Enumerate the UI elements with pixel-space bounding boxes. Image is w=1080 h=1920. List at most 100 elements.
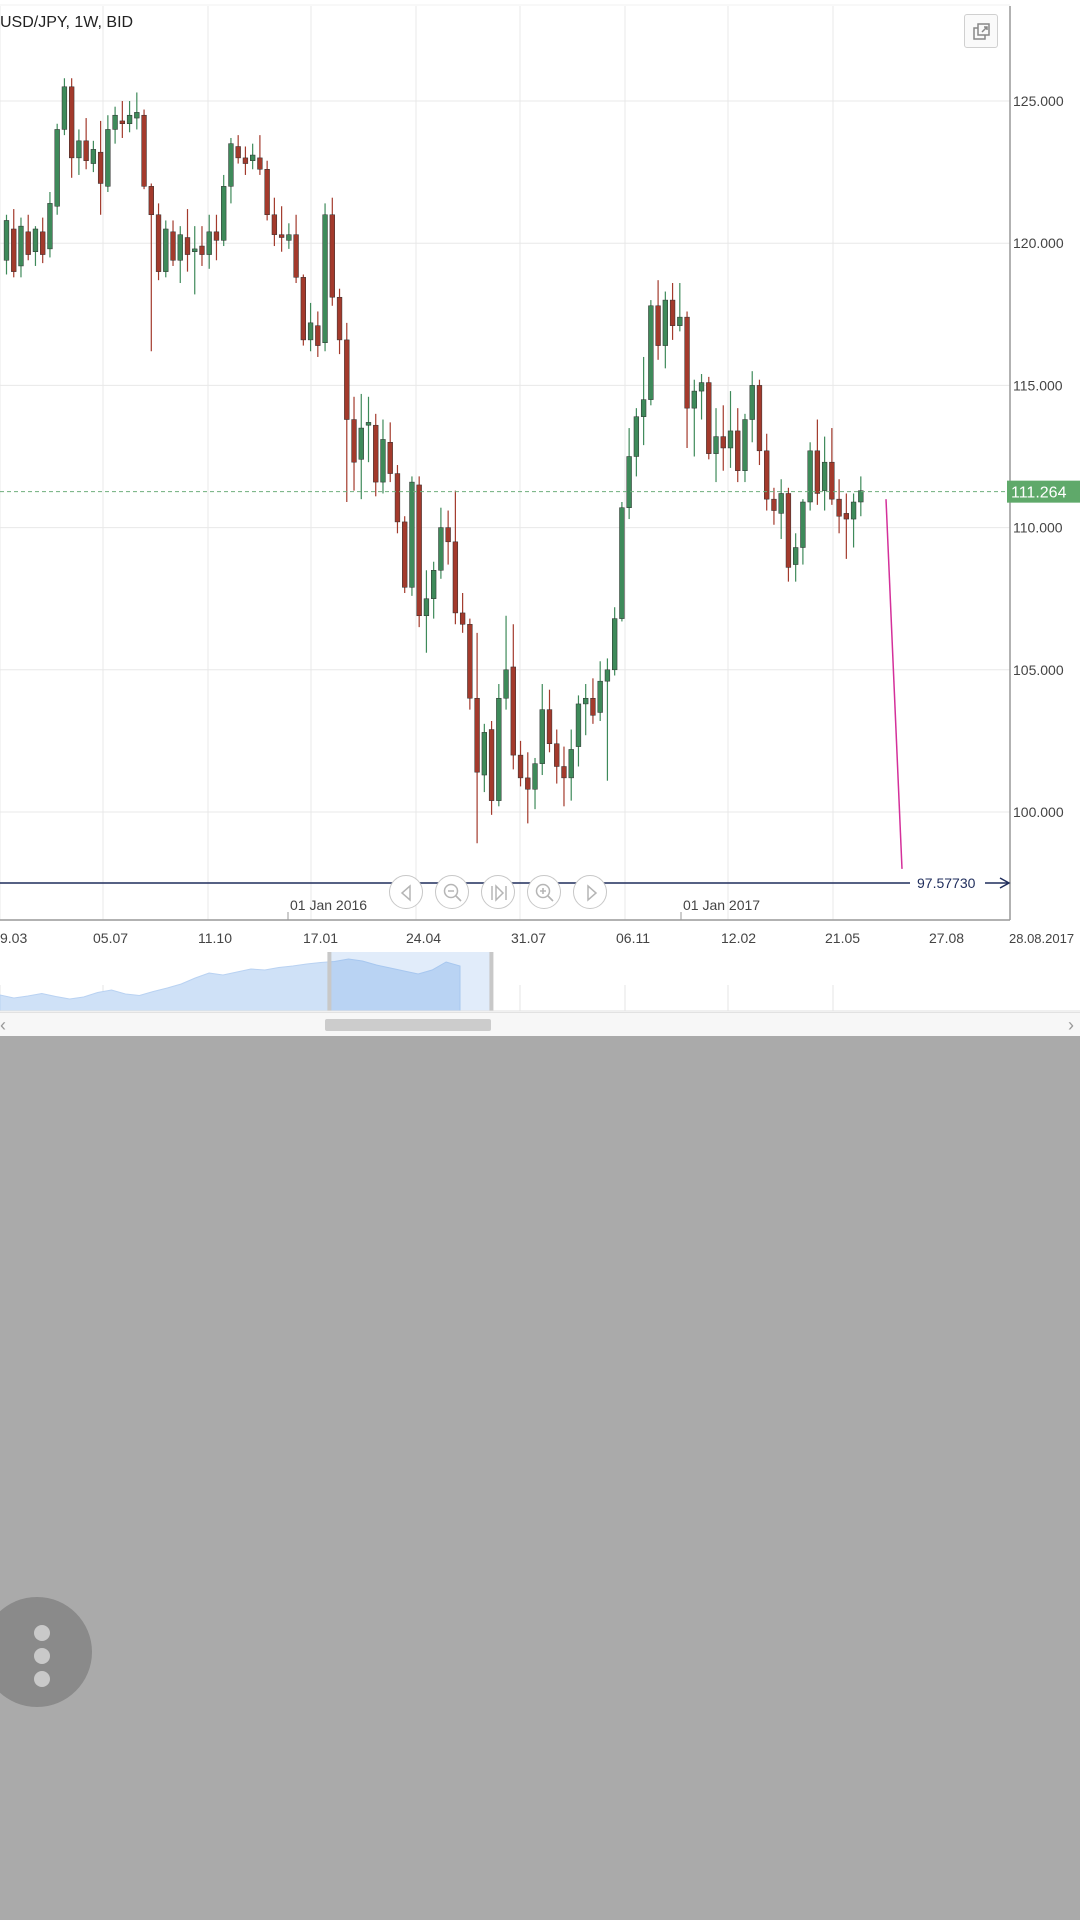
candle bbox=[76, 129, 82, 175]
candle-body bbox=[47, 203, 53, 250]
zoom-in-icon bbox=[535, 883, 554, 902]
candle bbox=[720, 405, 726, 471]
candle-body bbox=[626, 456, 632, 508]
candle-body bbox=[843, 513, 849, 520]
candle bbox=[90, 140, 97, 173]
x-tick-label: 17.01 bbox=[303, 930, 338, 946]
candle bbox=[445, 510, 451, 565]
candle bbox=[546, 689, 553, 753]
candle-body bbox=[677, 316, 683, 326]
candle bbox=[235, 135, 241, 164]
zoom-in-button[interactable] bbox=[527, 875, 561, 909]
current-price-label: 111.264 bbox=[1011, 485, 1067, 502]
candle-body bbox=[126, 114, 133, 125]
candle bbox=[300, 274, 306, 346]
candle-body bbox=[54, 129, 60, 207]
triangle-right-icon bbox=[587, 884, 598, 902]
candle bbox=[271, 197, 278, 247]
candle-body bbox=[713, 436, 719, 454]
scroll-left-arrow-icon[interactable]: ‹ bbox=[0, 1015, 6, 1035]
candle bbox=[199, 226, 205, 266]
candle-body bbox=[76, 140, 82, 159]
candle-body bbox=[307, 322, 314, 341]
candle bbox=[756, 379, 763, 466]
scroll-right-arrow-icon[interactable]: › bbox=[1068, 1015, 1074, 1035]
skip-end-icon bbox=[491, 884, 507, 902]
y-tick-label: 105.000 bbox=[1013, 662, 1064, 678]
candle bbox=[749, 371, 755, 443]
candle bbox=[329, 197, 335, 306]
candle-body bbox=[293, 234, 299, 278]
candle-body bbox=[148, 186, 154, 216]
candle bbox=[858, 476, 864, 517]
candle bbox=[409, 476, 415, 596]
chart-panel[interactable]: 125.000 120.000 115.000 110.000 105.000 100.0… bbox=[0, 0, 1080, 1036]
candle-body bbox=[112, 114, 118, 130]
x-tick-label: 21.05 bbox=[825, 930, 860, 946]
candle bbox=[836, 479, 842, 534]
candle bbox=[387, 422, 393, 483]
candle-body bbox=[90, 149, 97, 164]
candle-body bbox=[771, 498, 777, 511]
candle-body bbox=[532, 763, 538, 790]
candle-body bbox=[568, 749, 574, 779]
candle-body bbox=[655, 305, 661, 346]
scroll-left-button[interactable] bbox=[389, 875, 423, 909]
candle-body bbox=[669, 299, 676, 326]
reset-view-button[interactable] bbox=[481, 875, 515, 909]
candle-body bbox=[800, 501, 806, 548]
candle-body bbox=[163, 228, 169, 272]
candle-body bbox=[445, 527, 451, 543]
candle bbox=[735, 408, 741, 483]
candle-body bbox=[221, 186, 227, 241]
candle-body bbox=[452, 541, 459, 614]
candle bbox=[351, 396, 357, 491]
navigator-handle-right bbox=[489, 952, 494, 1011]
zoom-out-button[interactable] bbox=[435, 875, 469, 909]
candle bbox=[11, 209, 17, 278]
candle-body bbox=[373, 424, 379, 483]
candle-body bbox=[474, 697, 480, 773]
candle bbox=[655, 280, 661, 360]
candle bbox=[706, 376, 712, 460]
candle-body bbox=[691, 390, 697, 409]
candle-body bbox=[503, 669, 509, 699]
candle-body bbox=[264, 169, 270, 216]
candle bbox=[459, 593, 466, 633]
candle bbox=[47, 192, 53, 258]
candle bbox=[778, 479, 784, 539]
candle bbox=[228, 137, 234, 204]
candle bbox=[61, 78, 68, 136]
popout-button[interactable] bbox=[964, 14, 998, 48]
candle-body bbox=[213, 231, 220, 241]
candle bbox=[293, 214, 299, 284]
candle bbox=[503, 615, 509, 710]
candle bbox=[423, 570, 430, 653]
y-tick-label: 100.000 bbox=[1013, 804, 1064, 820]
scroll-right-button[interactable] bbox=[573, 875, 607, 909]
candle bbox=[394, 465, 401, 534]
candle bbox=[336, 288, 343, 355]
candle-body bbox=[583, 697, 589, 705]
more-vertical-icon-dot bbox=[34, 1648, 50, 1664]
candle-body bbox=[807, 450, 813, 503]
candle bbox=[583, 684, 589, 736]
candle-body bbox=[344, 339, 350, 420]
candle-body bbox=[785, 493, 792, 568]
candle-body bbox=[706, 382, 712, 454]
zoom-out-icon bbox=[443, 883, 462, 902]
candle-body bbox=[32, 228, 39, 252]
candle bbox=[177, 226, 183, 284]
candle-body bbox=[416, 484, 422, 617]
candle bbox=[119, 101, 125, 138]
candle bbox=[112, 106, 118, 144]
candle bbox=[184, 209, 191, 272]
candle bbox=[510, 624, 516, 770]
more-options-button[interactable] bbox=[0, 1597, 92, 1707]
candle bbox=[97, 120, 104, 215]
candle-body bbox=[387, 442, 393, 474]
candle-body bbox=[322, 214, 328, 343]
horizontal-scrollbar[interactable]: ‹ › bbox=[0, 1012, 1080, 1036]
y-tick-label: 115.000 bbox=[1013, 377, 1063, 393]
scrollbar-thumb[interactable] bbox=[325, 1019, 491, 1031]
